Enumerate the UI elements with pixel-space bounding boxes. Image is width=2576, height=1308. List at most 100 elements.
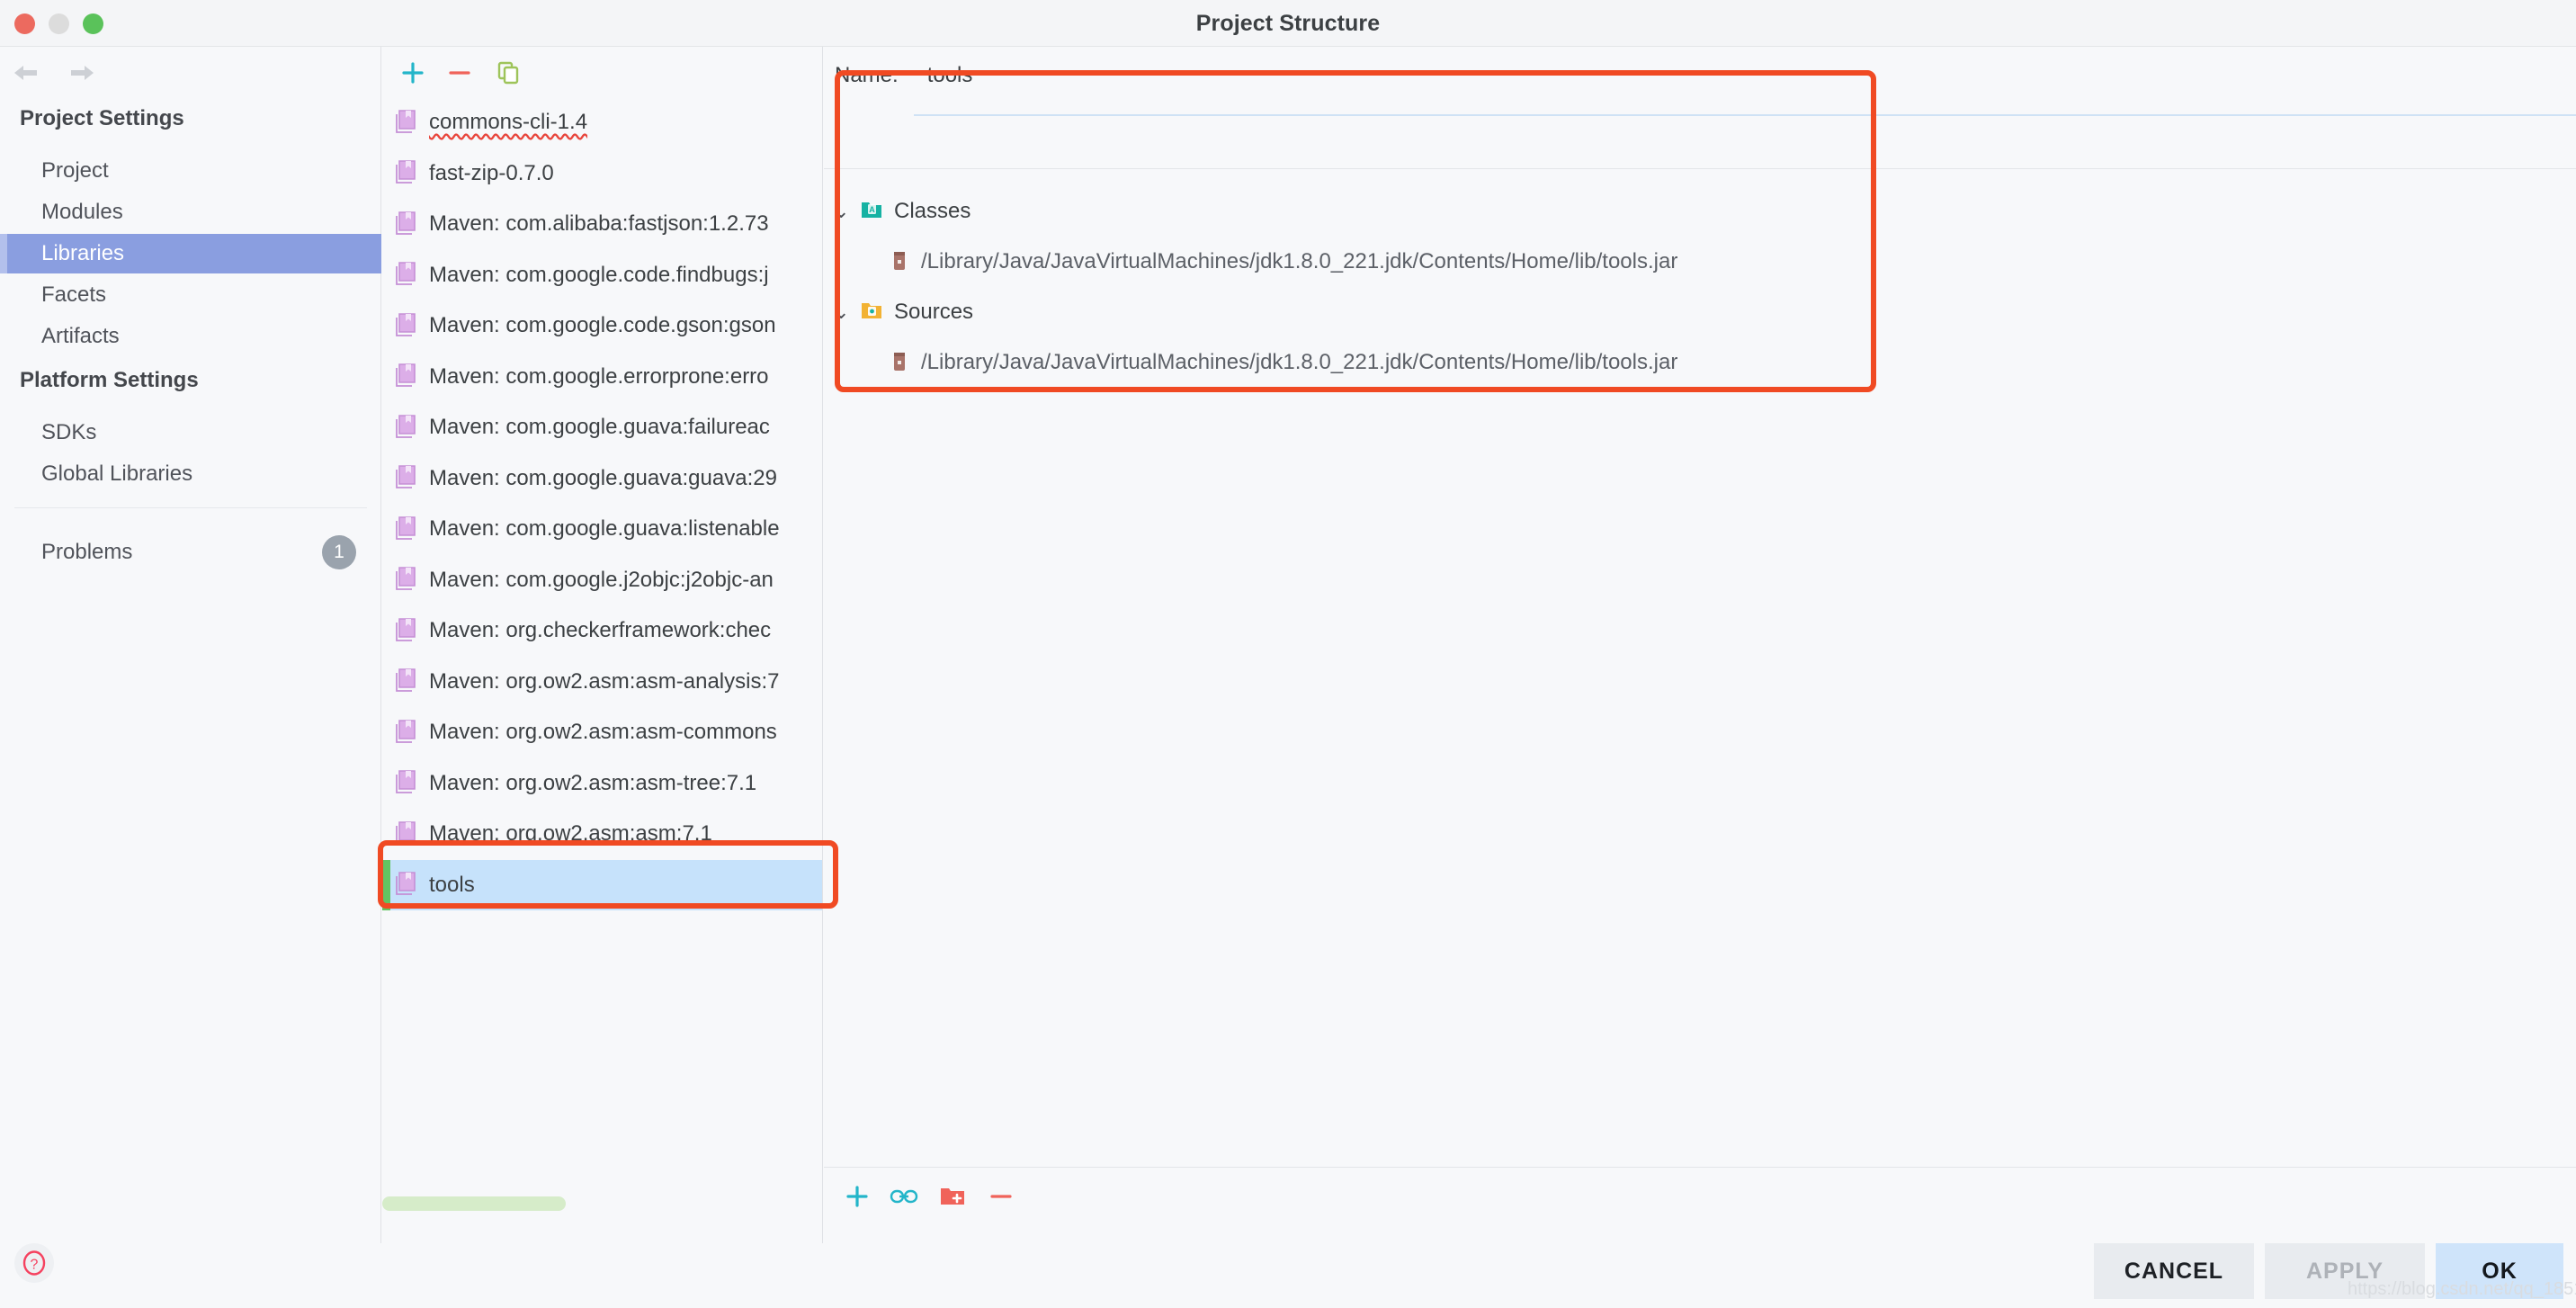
sidebar-item-modules[interactable]: Modules (0, 193, 381, 232)
library-book-icon (395, 718, 418, 748)
sidebar-item-label: Project (41, 158, 109, 183)
list-item[interactable]: Maven: com.google.code.gson:gson (382, 300, 822, 352)
horizontal-scrollbar[interactable] (382, 1196, 566, 1211)
copy-icon[interactable] (490, 56, 526, 90)
list-item[interactable]: Maven: com.alibaba:fastjson:1.2.73 (382, 199, 822, 250)
list-item[interactable]: Maven: com.google.j2objc:j2objc-an (382, 555, 822, 606)
library-book-icon (395, 768, 418, 798)
settings-sidebar: Project Settings Project Modules Librari… (0, 47, 381, 1283)
tree-node-path: /Library/Java/JavaVirtualMachines/jdk1.8… (921, 350, 1678, 374)
library-book-icon (395, 616, 418, 646)
sidebar-item-label: Modules (41, 200, 123, 224)
library-book-icon (395, 260, 418, 290)
chevron-down-icon[interactable]: ⌄ (833, 202, 853, 221)
forward-arrow-icon[interactable] (67, 59, 97, 86)
list-item[interactable]: Maven: org.checkerframework:chec (382, 605, 822, 657)
sidebar-item-problems[interactable]: Problems 1 (0, 533, 381, 572)
list-item-tools[interactable]: tools (382, 859, 822, 910)
cancel-button[interactable]: CANCEL (2094, 1243, 2254, 1299)
tree-node-classes-path[interactable]: /Library/Java/JavaVirtualMachines/jdk1.8… (824, 237, 2576, 287)
list-item-label: commons-cli-1.4 (429, 110, 588, 135)
status-badge: 1 (322, 535, 356, 569)
list-item[interactable]: Maven: org.ow2.asm:asm:7.1 (382, 809, 822, 860)
library-book-icon (395, 870, 418, 900)
tree-node-label: Classes (894, 199, 971, 223)
tree-node-classes[interactable]: ⌄ A Classes (824, 186, 2576, 237)
list-item-label: fast-zip-0.7.0 (429, 160, 554, 185)
list-item[interactable]: commons-cli-1.4 (382, 97, 822, 148)
watermark-text: https://blog.csdn.net/qq_18515155 (2348, 1279, 2576, 1299)
library-book-icon (395, 565, 418, 595)
list-item-label: Maven: org.ow2.asm:asm-commons (429, 720, 777, 745)
list-item[interactable]: Maven: com.google.guava:listenable (382, 504, 822, 555)
list-item[interactable]: Maven: org.ow2.asm:asm-commons (382, 707, 822, 758)
list-item[interactable]: Maven: com.google.guava:failureac (382, 402, 822, 453)
tree-node-sources[interactable]: ⌄ Sources (824, 287, 2576, 337)
library-book-icon (395, 413, 418, 443)
list-item-label: Maven: com.google.guava:listenable (429, 516, 780, 542)
sidebar-item-sdks[interactable]: SDKs (0, 413, 381, 452)
list-item-label: Maven: com.alibaba:fastjson:1.2.73 (429, 211, 769, 237)
sidebar-item-label: Problems (41, 540, 133, 564)
detail-separator (824, 168, 2576, 169)
library-list[interactable]: commons-cli-1.4 fast-zip-0.7.0 Maven: co… (382, 97, 822, 1240)
list-item-label: tools (429, 872, 475, 897)
jar-file-icon (889, 248, 910, 276)
sidebar-item-project[interactable]: Project (0, 151, 381, 191)
tree-node-path: /Library/Java/JavaVirtualMachines/jdk1.8… (921, 249, 1678, 273)
library-book-icon (395, 108, 418, 138)
sidebar-item-label: Global Libraries (41, 461, 193, 486)
sidebar-divider (14, 507, 367, 508)
library-roots-tree: ⌄ A Classes /Library/Java/JavaVirtualMac… (824, 186, 2576, 388)
page-title: Project Structure (1195, 11, 1381, 36)
list-item[interactable]: Maven: com.google.errorprone:erro (382, 352, 822, 403)
library-book-icon (395, 515, 418, 544)
plus-icon[interactable] (838, 1178, 876, 1214)
sidebar-item-label: Facets (41, 282, 107, 307)
link-icon[interactable] (885, 1178, 923, 1214)
library-roots-toolbar (824, 1167, 2576, 1223)
list-item-label: Maven: org.ow2.asm:asm-analysis:7 (429, 668, 780, 694)
list-item[interactable]: Maven: org.ow2.asm:asm-tree:7.1 (382, 758, 822, 810)
minus-icon[interactable] (982, 1178, 1020, 1214)
group-title-project-settings: Project Settings (20, 106, 184, 130)
sidebar-item-facets[interactable]: Facets (0, 275, 381, 315)
group-title-platform-settings: Platform Settings (20, 368, 199, 392)
name-field-underline (914, 114, 2576, 116)
back-arrow-icon[interactable] (11, 59, 41, 86)
sidebar-item-label: Artifacts (41, 324, 120, 348)
list-item-label: Maven: com.google.code.gson:gson (429, 313, 776, 338)
library-book-icon (395, 820, 418, 849)
library-name-input[interactable]: tools (927, 63, 973, 88)
add-folder-icon[interactable] (934, 1178, 971, 1214)
list-item[interactable]: Maven: org.ow2.asm:asm-analysis:7 (382, 657, 822, 708)
sidebar-item-label: Libraries (41, 241, 125, 265)
library-book-icon (395, 158, 418, 188)
minus-icon[interactable] (442, 56, 478, 90)
list-item[interactable]: fast-zip-0.7.0 (382, 148, 822, 200)
library-list-toolbar (382, 47, 823, 97)
library-book-icon (395, 311, 418, 341)
plus-icon[interactable] (395, 56, 431, 90)
svg-text:A: A (869, 205, 875, 214)
chevron-down-icon[interactable]: ⌄ (833, 302, 853, 322)
library-book-icon (395, 210, 418, 239)
sidebar-item-global-libraries[interactable]: Global Libraries (0, 454, 381, 494)
list-item-label: Maven: com.google.j2objc:j2objc-an (429, 567, 774, 592)
library-book-icon (395, 463, 418, 493)
sources-folder-icon (860, 299, 883, 327)
list-item-label: Maven: com.google.guava:guava:29 (429, 465, 777, 490)
list-item-label: Maven: org.ow2.asm:asm-tree:7.1 (429, 770, 757, 795)
classes-folder-icon: A (860, 198, 883, 226)
tree-node-sources-path[interactable]: /Library/Java/JavaVirtualMachines/jdk1.8… (824, 337, 2576, 388)
sidebar-item-artifacts[interactable]: Artifacts (0, 317, 381, 356)
name-field-label: Name: (835, 63, 899, 87)
list-item[interactable]: Maven: com.google.guava:guava:29 (382, 453, 822, 505)
list-item[interactable]: Maven: com.google.code.findbugs:j (382, 250, 822, 301)
library-name-row: Name: tools (835, 63, 972, 88)
jar-file-icon (889, 349, 910, 377)
sidebar-item-libraries[interactable]: Libraries (0, 234, 381, 273)
tree-node-label: Sources (894, 300, 974, 324)
project-structure-dialog: Project Structure Project Settings Proje… (0, 0, 2576, 1308)
list-item-label: Maven: com.google.errorprone:erro (429, 363, 769, 389)
